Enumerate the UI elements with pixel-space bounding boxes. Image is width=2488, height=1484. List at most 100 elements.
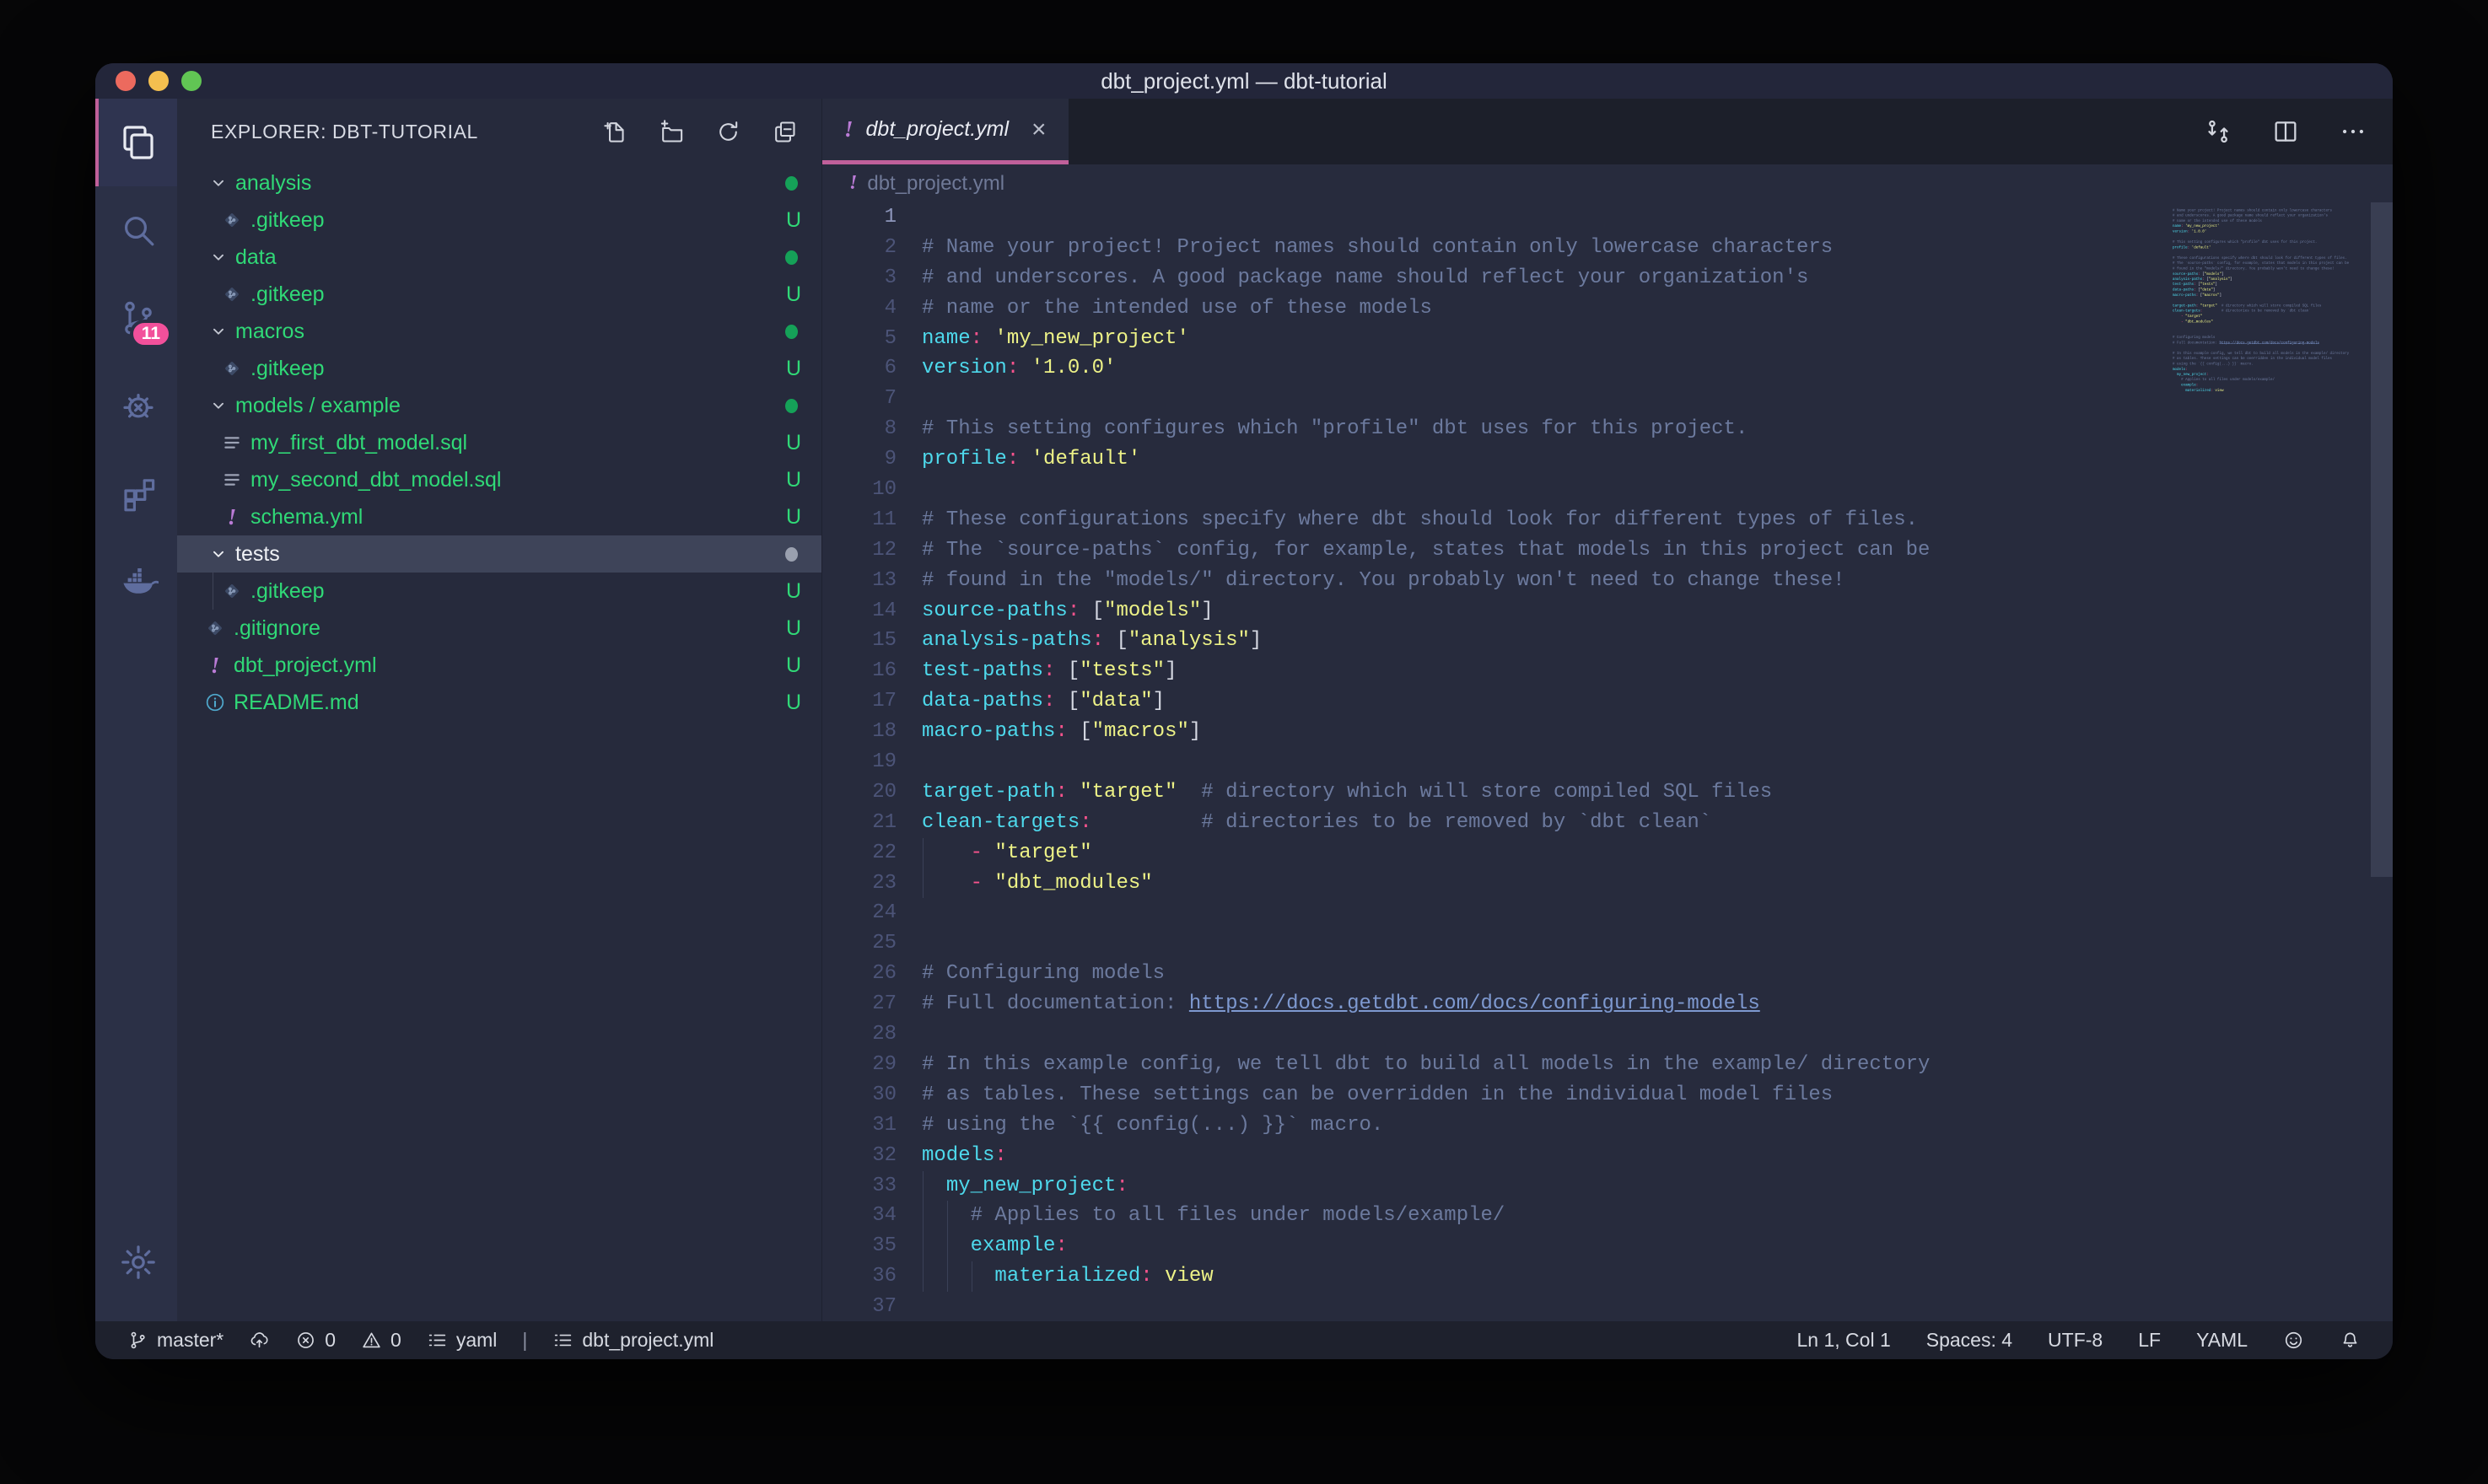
code-line[interactable]: 22 - "target"	[822, 838, 1930, 868]
code-line[interactable]: 14source-paths: ["models"]	[822, 596, 1930, 626]
code-line[interactable]: 36 materialized: view	[822, 1261, 1930, 1292]
line-number: 1	[822, 202, 922, 233]
status-feedback[interactable]	[2283, 1330, 2304, 1351]
code-line[interactable]: 18macro-paths: ["macros"]	[822, 717, 1930, 747]
code-line[interactable]: 37	[2173, 393, 2371, 398]
code-line[interactable]: 27# Full documentation: https://docs.get…	[822, 989, 1930, 1019]
code-line[interactable]: 34 # Applies to all files under models/e…	[822, 1201, 1930, 1231]
status-cursor-position[interactable]: Ln 1, Col 1	[1797, 1329, 1891, 1352]
status-indentation[interactable]: Spaces: 4	[1926, 1329, 2012, 1352]
status-git-branch-status[interactable]: master*	[127, 1329, 223, 1352]
status-label: master*	[157, 1329, 223, 1352]
code-line[interactable]: 37	[822, 1292, 1930, 1321]
refresh-icon[interactable]	[715, 119, 741, 145]
code-line[interactable]: 10	[822, 475, 1930, 505]
minimize-window-button[interactable]	[148, 71, 169, 91]
git-untracked-badge: U	[786, 579, 801, 604]
line-number: 4	[822, 293, 922, 324]
code-line[interactable]: 32models:	[822, 1141, 1930, 1171]
tree-file-.gitkeep[interactable]: .gitkeepU	[177, 350, 821, 387]
tree-file-schema.yml[interactable]: !schema.ymlU	[177, 498, 821, 535]
code-line[interactable]: 23 - "dbt_modules"	[822, 868, 1930, 899]
activity-item-settings[interactable]	[95, 1218, 177, 1306]
code-line[interactable]: 11# These configurations specify where d…	[822, 505, 1930, 535]
tree-file-.gitkeep[interactable]: .gitkeepU	[177, 573, 821, 610]
new-folder-icon[interactable]	[659, 119, 685, 145]
code-line-content: # found in the "models/" directory. You …	[922, 566, 1845, 596]
tree-file-readme.md[interactable]: README.mdU	[177, 684, 821, 721]
code-line[interactable]: 19	[822, 747, 1930, 777]
code-line[interactable]: 17data-paths: ["data"]	[822, 686, 1930, 717]
explorer-header: EXPLORER: DBT-TUTORIAL	[177, 99, 821, 164]
code-line[interactable]: 15analysis-paths: ["analysis"]	[822, 626, 1930, 656]
warning-icon: !	[849, 172, 857, 195]
tree-folder-models-example[interactable]: models / example	[177, 387, 821, 424]
code-line[interactable]: 3# and underscores. A good package name …	[822, 263, 1930, 293]
code-line[interactable]: 5name: 'my_new_project'	[822, 324, 1930, 354]
activity-item-extensions[interactable]	[95, 449, 177, 537]
status-notifications[interactable]	[2340, 1330, 2361, 1351]
code-line[interactable]: 2# Name your project! Project names shou…	[822, 233, 1930, 263]
close-window-button[interactable]	[116, 71, 136, 91]
status-label: Spaces: 4	[1926, 1329, 2012, 1352]
code-line[interactable]: 1	[822, 202, 1930, 233]
collapse-all-icon[interactable]	[772, 119, 798, 145]
code-line[interactable]: 26# Configuring models	[822, 959, 1930, 989]
vertical-scrollbar[interactable]	[2371, 202, 2393, 877]
code-line[interactable]: 4# name or the intended use of these mod…	[822, 293, 1930, 324]
tree-folder-macros[interactable]: macros	[177, 313, 821, 350]
new-file-icon[interactable]	[602, 119, 628, 145]
code-line[interactable]: 12# The `source-paths` config, for examp…	[822, 535, 1930, 566]
activity-item-debug[interactable]	[95, 362, 177, 449]
tree-file-my-second-dbt-model.sql[interactable]: my_second_dbt_model.sqlU	[177, 461, 821, 498]
code-line-content: target-path: "target" # directory which …	[922, 777, 1772, 808]
window-controls	[116, 63, 202, 99]
tree-folder-data[interactable]: data	[177, 239, 821, 276]
split-editor-icon[interactable]	[2271, 117, 2300, 146]
zoom-window-button[interactable]	[181, 71, 202, 91]
code-line[interactable]: 31# using the `{{ config(...) }}` macro.	[822, 1110, 1930, 1141]
tree-folder-tests[interactable]: tests	[177, 535, 821, 573]
code-line[interactable]: 35 example:	[822, 1231, 1930, 1261]
status-eol[interactable]: LF	[2138, 1329, 2161, 1352]
tree-file-my-first-dbt-model.sql[interactable]: my_first_dbt_model.sqlU	[177, 424, 821, 461]
code-line[interactable]: 29# In this example config, we tell dbt …	[822, 1050, 1930, 1080]
tab-dbt-project-yml[interactable]: ! dbt_project.yml ×	[822, 99, 1069, 164]
code-line[interactable]: 25	[822, 928, 1930, 959]
close-tab-icon[interactable]: ×	[1031, 117, 1047, 142]
breadcrumb-item-file[interactable]: dbt_project.yml	[867, 172, 1004, 196]
status-bar: master*00yaml|dbt_project.yml Ln 1, Col …	[95, 1321, 2393, 1359]
tree-file-.gitignore[interactable]: .gitignoreU	[177, 610, 821, 647]
code-line[interactable]: 24	[822, 898, 1930, 928]
code-line[interactable]: 20target-path: "target" # directory whic…	[822, 777, 1930, 808]
activity-item-explorer[interactable]	[95, 99, 177, 186]
code-line[interactable]: 30# as tables. These settings can be ove…	[822, 1080, 1930, 1110]
minimap[interactable]: 12# Name your project! Project names sho…	[2173, 202, 2371, 1321]
status-language-mode[interactable]: YAML	[2196, 1329, 2248, 1352]
status-encoding[interactable]: UTF-8	[2048, 1329, 2103, 1352]
tree-file-.gitkeep[interactable]: .gitkeepU	[177, 202, 821, 239]
code-line[interactable]: 13# found in the "models/" directory. Yo…	[822, 566, 1930, 596]
activity-item-search[interactable]	[95, 186, 177, 274]
status-linter-yaml[interactable]: yaml	[427, 1329, 498, 1352]
status-error-count[interactable]: 0	[295, 1329, 336, 1352]
status-publish-changes[interactable]	[249, 1330, 270, 1351]
code-line[interactable]: 16test-paths: ["tests"]	[822, 656, 1930, 686]
activity-item-source-control[interactable]: 11	[95, 274, 177, 362]
explorer-sidebar: EXPLORER: DBT-TUTORIAL analysis.gitkeepU…	[177, 99, 822, 1321]
code-line[interactable]: 7	[822, 384, 1930, 414]
activity-item-docker[interactable]	[95, 537, 177, 625]
code-line[interactable]: 33 my_new_project:	[822, 1171, 1930, 1202]
status-linter-file[interactable]: dbt_project.yml	[552, 1329, 714, 1352]
status-warning-count[interactable]: 0	[361, 1329, 401, 1352]
code-line[interactable]: 9profile: 'default'	[822, 444, 1930, 475]
tree-folder-analysis[interactable]: analysis	[177, 164, 821, 202]
code-line[interactable]: 8# This setting configures which "profil…	[822, 414, 1930, 444]
code-line[interactable]: 6version: '1.0.0'	[822, 353, 1930, 384]
code-line[interactable]: 28	[822, 1019, 1930, 1050]
tree-file-dbt-project.yml[interactable]: !dbt_project.ymlU	[177, 647, 821, 684]
compare-icon[interactable]	[2204, 117, 2232, 146]
tree-file-.gitkeep[interactable]: .gitkeepU	[177, 276, 821, 313]
code-line[interactable]: 21clean-targets: # directories to be rem…	[822, 808, 1930, 838]
ellipsis-icon[interactable]	[2339, 117, 2367, 146]
